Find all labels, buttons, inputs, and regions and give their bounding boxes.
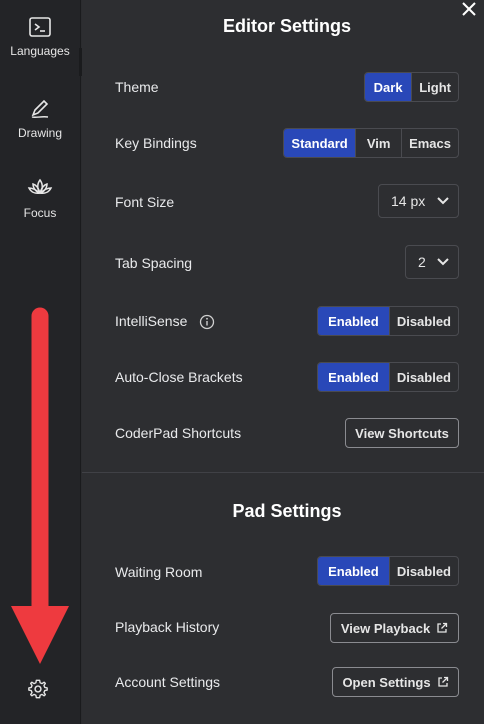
intellisense-enabled-option[interactable]: Enabled	[318, 307, 389, 335]
info-icon[interactable]	[199, 314, 215, 330]
font-size-select[interactable]: 14 px	[378, 184, 459, 218]
sidebar-item-drawing[interactable]: Drawing	[0, 96, 80, 140]
account-label: Account Settings	[115, 674, 221, 690]
chevron-down-icon	[437, 197, 449, 205]
theme-toggle: Dark Light	[364, 72, 459, 102]
playback-label: Playback History	[115, 619, 220, 635]
key-bindings-label: Key Bindings	[115, 135, 197, 151]
auto-close-enabled-option[interactable]: Enabled	[318, 363, 389, 391]
editor-settings-title: Editor Settings	[222, 16, 351, 36]
sidebar-item-label: Languages	[10, 44, 70, 58]
settings-panel: Editor Settings Theme Dark Light Key Bin…	[82, 0, 484, 724]
terminal-icon	[29, 17, 51, 37]
pen-icon	[31, 99, 49, 118]
auto-close-label: Auto-Close Brackets	[115, 369, 243, 385]
pad-settings-title: Pad Settings	[232, 501, 342, 521]
auto-close-disabled-option[interactable]: Disabled	[388, 363, 458, 391]
font-size-value: 14 px	[391, 193, 426, 209]
auto-close-toggle: Enabled Disabled	[317, 362, 459, 392]
intellisense-label: IntelliSense	[115, 313, 188, 329]
theme-label: Theme	[115, 79, 159, 95]
chevron-down-icon	[437, 258, 449, 266]
section-divider	[82, 472, 484, 473]
key-bindings-emacs-option[interactable]: Emacs	[401, 129, 458, 157]
view-playback-label: View Playback	[340, 620, 431, 636]
waiting-room-disabled-option[interactable]: Disabled	[388, 557, 458, 585]
sidebar: Languages Drawing Focus	[0, 0, 82, 724]
waiting-room-enabled-option[interactable]: Enabled	[318, 557, 389, 585]
waiting-room-label: Waiting Room	[115, 564, 203, 580]
intellisense-label-row: IntelliSense	[115, 313, 215, 330]
waiting-room-toggle: Enabled Disabled	[317, 556, 459, 586]
sidebar-item-label: Focus	[23, 206, 57, 220]
view-shortcuts-label: View Shortcuts	[355, 425, 449, 441]
sidebar-item-focus[interactable]: Focus	[0, 176, 80, 220]
gear-icon[interactable]	[27, 678, 49, 700]
intellisense-toggle: Enabled Disabled	[317, 306, 459, 336]
tab-spacing-select[interactable]: 2	[405, 245, 459, 279]
tab-spacing-label: Tab Spacing	[115, 255, 193, 271]
view-shortcuts-button[interactable]: View Shortcuts	[345, 418, 459, 448]
open-settings-label: Open Settings	[342, 674, 431, 690]
key-bindings-toggle: Standard Vim Emacs	[283, 128, 459, 158]
external-link-icon	[437, 622, 448, 633]
intellisense-disabled-option[interactable]: Disabled	[388, 307, 458, 335]
sidebar-item-languages[interactable]: Languages	[0, 16, 80, 58]
tab-spacing-value: 2	[418, 254, 426, 270]
font-size-label: Font Size	[115, 194, 175, 210]
shortcuts-label: CoderPad Shortcuts	[115, 425, 242, 441]
view-playback-button[interactable]: View Playback	[330, 613, 459, 643]
key-bindings-standard-option[interactable]: Standard	[284, 129, 356, 157]
theme-light-option[interactable]: Light	[411, 73, 458, 101]
theme-dark-option[interactable]: Dark	[365, 73, 412, 101]
open-settings-button[interactable]: Open Settings	[332, 667, 459, 697]
key-bindings-vim-option[interactable]: Vim	[355, 129, 401, 157]
lotus-icon	[27, 178, 53, 195]
external-link-icon	[437, 676, 448, 687]
sidebar-item-label: Drawing	[17, 126, 62, 140]
